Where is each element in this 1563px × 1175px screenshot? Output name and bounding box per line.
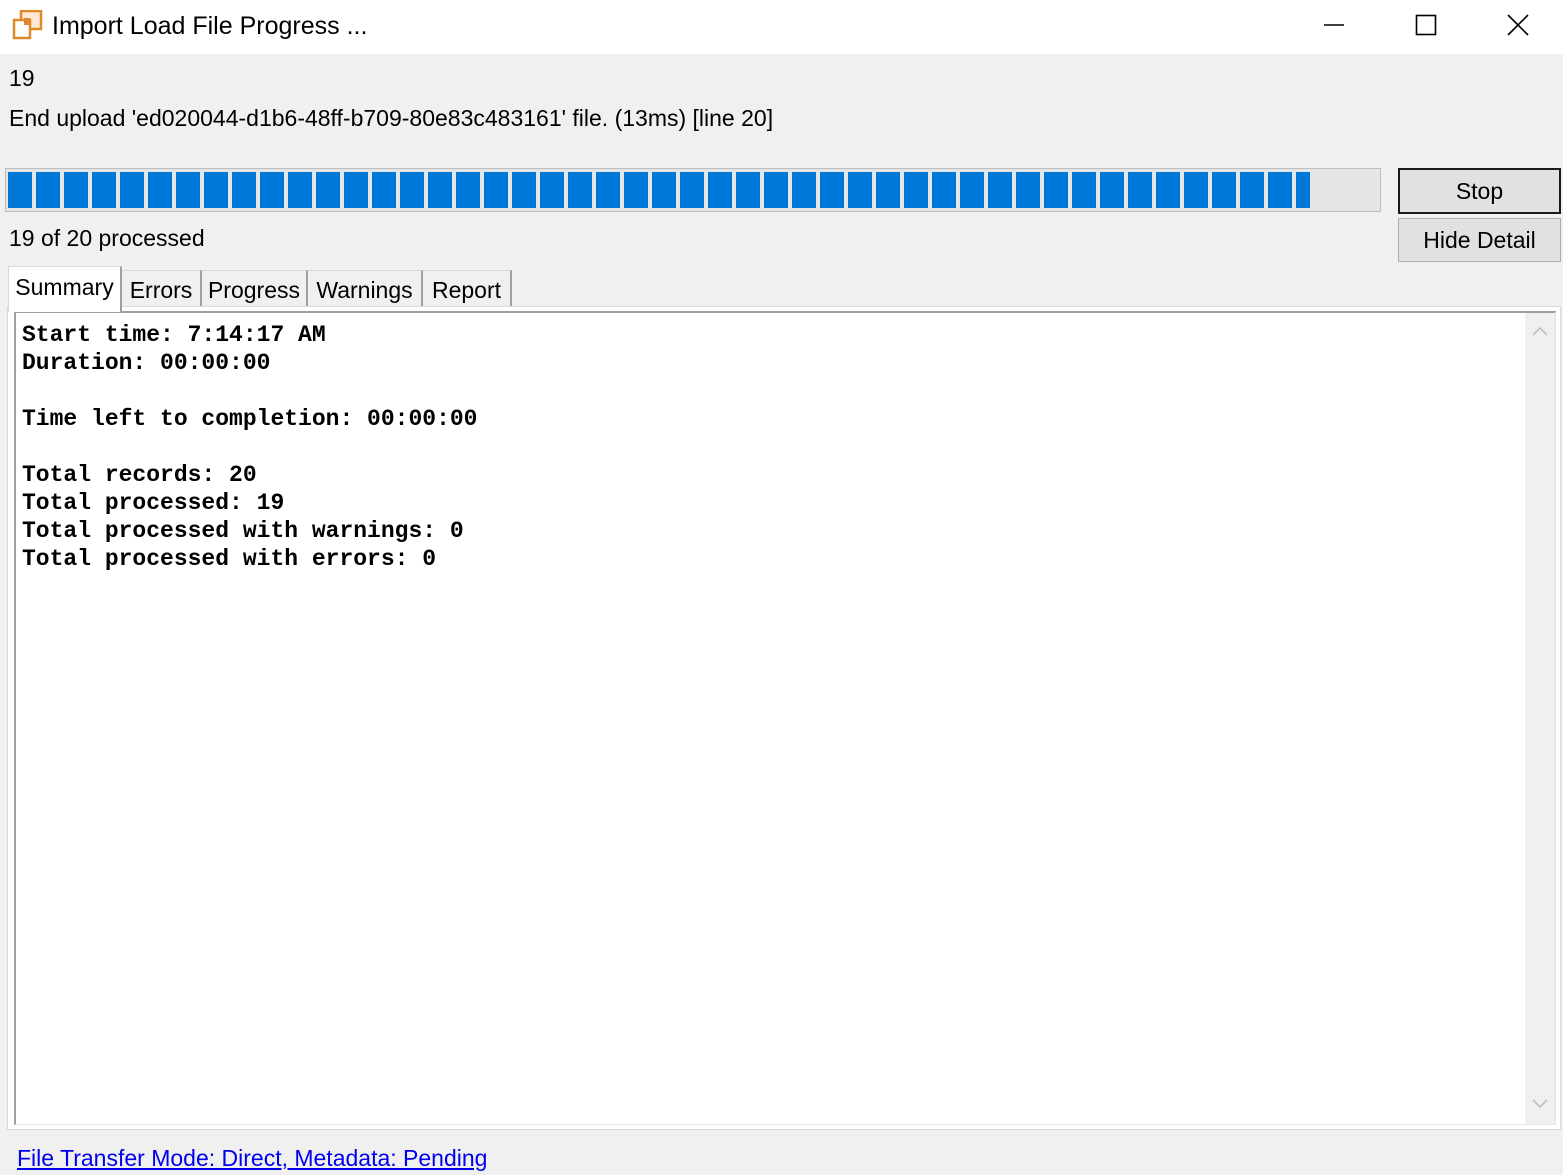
maximize-button[interactable] bbox=[1380, 0, 1472, 54]
tab-report[interactable]: Report bbox=[423, 270, 512, 308]
current-record-count: 19 bbox=[9, 65, 35, 91]
summary-total-warnings: Total processed with warnings: 0 bbox=[22, 518, 464, 544]
summary-total-errors: Total processed with errors: 0 bbox=[22, 546, 437, 572]
processed-count-label: 19 of 20 processed bbox=[9, 225, 205, 251]
close-icon bbox=[1507, 13, 1529, 41]
minimize-button[interactable] bbox=[1288, 0, 1380, 54]
tab-progress[interactable]: Progress bbox=[202, 270, 308, 308]
tab-panel-summary: Start time: 7:14:17 AM Duration: 00:00:00… bbox=[7, 306, 1561, 1130]
scroll-down-button[interactable] bbox=[1525, 1090, 1555, 1120]
progress-bar bbox=[5, 168, 1381, 212]
summary-textbox[interactable]: Start time: 7:14:17 AM Duration: 00:00:00… bbox=[14, 311, 1556, 1125]
status-message: End upload 'ed020044-d1b6-48ff-b709-80e8… bbox=[9, 105, 774, 131]
window-title: Import Load File Progress ... bbox=[52, 12, 368, 40]
tab-summary[interactable]: Summary bbox=[8, 266, 122, 312]
tab-errors[interactable]: Errors bbox=[122, 270, 202, 308]
import-progress-window: Import Load File Progress ... 19 End upl… bbox=[0, 0, 1563, 1175]
summary-total-records: Total records: 20 bbox=[22, 462, 257, 488]
summary-time-left: Time left to completion: 00:00:00 bbox=[22, 406, 478, 432]
import-load-file-icon bbox=[12, 9, 44, 40]
minimize-icon bbox=[1323, 14, 1345, 41]
close-button[interactable] bbox=[1472, 0, 1563, 54]
summary-start-time: Start time: 7:14:17 AM bbox=[22, 322, 326, 348]
summary-text: Start time: 7:14:17 AM Duration: 00:00:00… bbox=[22, 321, 477, 573]
progress-bar-fill bbox=[8, 172, 1310, 208]
summary-duration: Duration: 00:00:00 bbox=[22, 350, 271, 376]
scroll-up-button[interactable] bbox=[1525, 317, 1555, 347]
summary-total-processed: Total processed: 19 bbox=[22, 490, 285, 516]
title-bar[interactable]: Import Load File Progress ... bbox=[0, 0, 1563, 54]
file-transfer-mode-link[interactable]: File Transfer Mode: Direct, Metadata: Pe… bbox=[17, 1144, 487, 1172]
chevron-down-icon bbox=[1532, 1096, 1548, 1114]
stop-button[interactable]: Stop bbox=[1398, 168, 1561, 214]
chevron-up-icon bbox=[1532, 323, 1548, 341]
hide-detail-button[interactable]: Hide Detail bbox=[1398, 218, 1561, 262]
maximize-icon bbox=[1415, 14, 1437, 41]
vertical-scrollbar[interactable] bbox=[1525, 313, 1555, 1124]
tab-warnings[interactable]: Warnings bbox=[308, 270, 423, 308]
